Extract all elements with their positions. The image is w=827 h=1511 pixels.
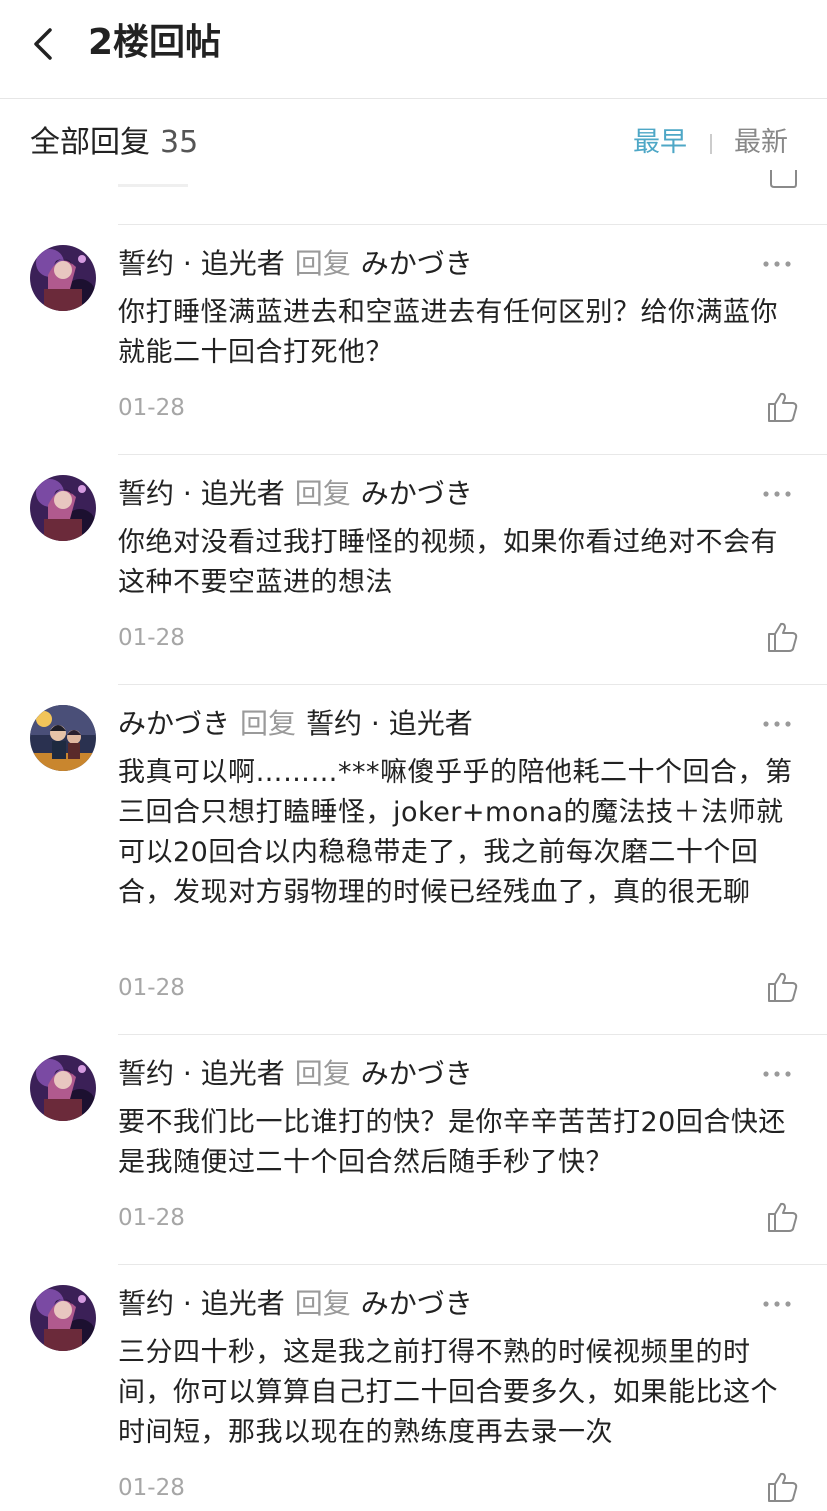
sort-latest-tab[interactable]: 最新 (734, 125, 788, 161)
reply-word: 回复 (294, 1057, 351, 1090)
reply-target[interactable]: みかづき (361, 1057, 473, 1090)
reply-target[interactable]: みかづき (361, 247, 473, 280)
reply-word: 回复 (294, 247, 351, 280)
reply-content: 我真可以啊………***嘛傻乎乎的陪他耗二十个回合，第三回合只想打瞌睡怪，joke… (118, 757, 793, 908)
all-replies-text: 全部回复 (30, 125, 150, 160)
more-options-icon[interactable] (762, 719, 792, 729)
reply-date: 01-28 (118, 625, 185, 651)
sort-earliest-tab[interactable]: 最早 (633, 125, 687, 161)
reply-date: 01-28 (118, 975, 185, 1001)
author-name[interactable]: 誓约 · 追光者 (118, 247, 285, 280)
reply-header: 誓约 · 追光者 回复 みかづき (118, 474, 473, 514)
top-nav-bar: 2楼回帖 (0, 0, 827, 99)
avatar[interactable] (30, 1055, 96, 1121)
reply-target[interactable]: みかづき (361, 477, 473, 510)
thumbs-up-icon (770, 170, 797, 188)
more-options-icon[interactable] (762, 489, 792, 499)
reply-divider (118, 1264, 827, 1265)
previous-item-edge (118, 184, 188, 187)
more-options-icon[interactable] (762, 1069, 792, 1079)
reply-count: 35 (160, 125, 199, 160)
all-replies-label: 全部回复 35 (30, 124, 198, 162)
reply-header: みかづき 回复 誓约 · 追光者 (118, 704, 473, 744)
thumbs-up-icon[interactable] (766, 391, 798, 423)
reply-word: 回复 (294, 1287, 351, 1320)
reply-content: 你绝对没看过我打睡怪的视频，如果你看过绝对不会有这种不要空蓝进的想法 (118, 527, 778, 598)
reply-divider (118, 684, 827, 685)
reply-target[interactable]: 誓约 · 追光者 (306, 707, 473, 740)
reply-content: 三分四十秒，这是我之前打得不熟的时候视频里的时间，你可以算算自己打二十回合要多久… (118, 1337, 778, 1448)
avatar[interactable] (30, 705, 96, 771)
chevron-left-icon[interactable] (28, 26, 58, 62)
avatar[interactable] (30, 1285, 96, 1351)
author-name[interactable]: 誓约 · 追光者 (118, 1057, 285, 1090)
reply-date: 01-28 (118, 1475, 185, 1501)
reply-word: 回复 (294, 477, 351, 510)
thumbs-up-icon[interactable] (766, 1471, 798, 1503)
sort-divider (710, 134, 712, 154)
reply-content: 你打睡怪满蓝进去和空蓝进去有任何区别？给你满蓝你就能二十回合打死他？ (118, 297, 778, 368)
more-options-icon[interactable] (762, 259, 792, 269)
author-name[interactable]: 誓约 · 追光者 (118, 477, 285, 510)
author-name[interactable]: 誓约 · 追光者 (118, 1287, 285, 1320)
reply-target[interactable]: みかづき (361, 1287, 473, 1320)
reply-divider (118, 454, 827, 455)
thumbs-up-icon[interactable] (766, 971, 798, 1003)
thumbs-up-icon[interactable] (766, 1201, 798, 1233)
reply-header: 誓约 · 追光者 回复 みかづき (118, 1284, 473, 1324)
avatar[interactable] (30, 475, 96, 541)
thumbs-up-icon[interactable] (766, 621, 798, 653)
page-title: 2楼回帖 (88, 22, 222, 63)
reply-word: 回复 (240, 707, 297, 740)
reply-header: 誓约 · 追光者 回复 みかづき (118, 244, 473, 284)
reply-divider (118, 224, 827, 225)
reply-date: 01-28 (118, 395, 185, 421)
more-options-icon[interactable] (762, 1299, 792, 1309)
reply-divider (118, 1034, 827, 1035)
reply-header: 誓约 · 追光者 回复 みかづき (118, 1054, 473, 1094)
reply-date: 01-28 (118, 1205, 185, 1231)
author-name[interactable]: みかづき (118, 707, 230, 740)
reply-content: 要不我们比一比谁打的快？是你辛辛苦苦打20回合快还是我随便过二十个回合然后随手秒… (118, 1107, 786, 1178)
avatar[interactable] (30, 245, 96, 311)
